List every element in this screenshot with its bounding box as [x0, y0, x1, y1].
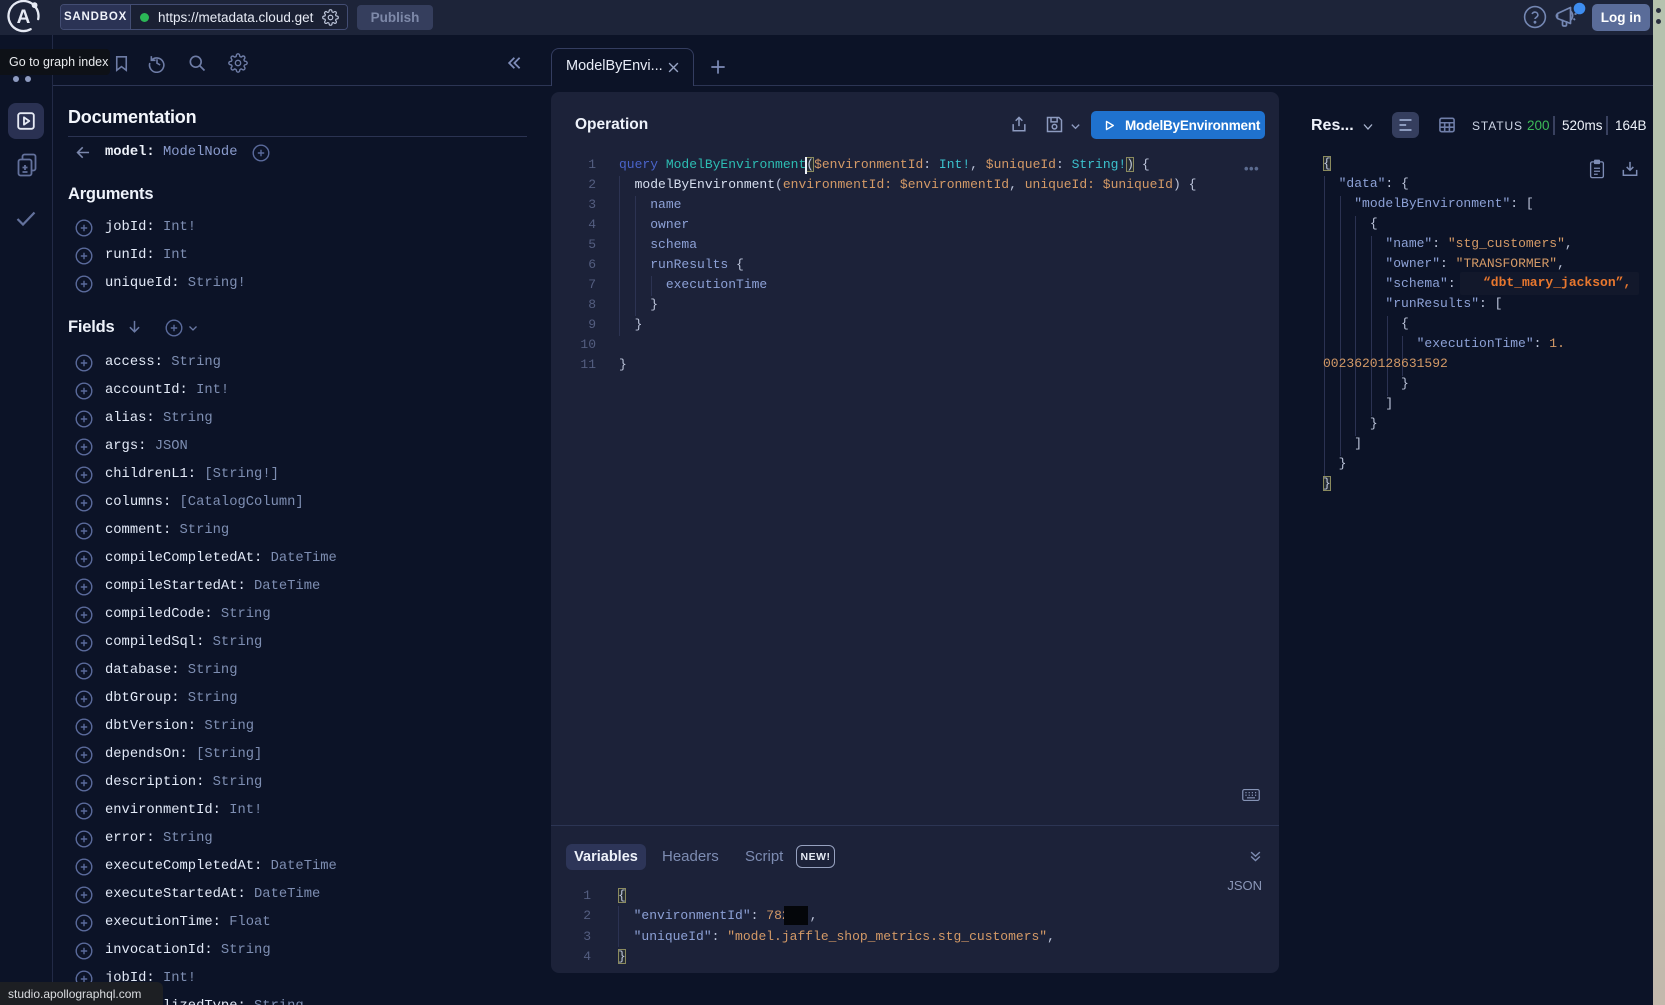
svg-text:A: A — [17, 7, 31, 28]
